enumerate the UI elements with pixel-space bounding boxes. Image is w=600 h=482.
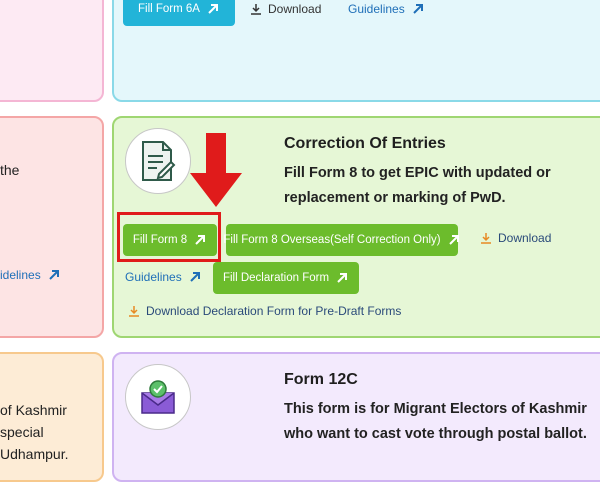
fill-form-8-button[interactable]: Fill Form 8 xyxy=(123,224,217,256)
form12c-card: Form 12C This form is for Migrant Electo… xyxy=(112,352,600,482)
form6a-guidelines-link[interactable]: Guidelines xyxy=(348,2,425,16)
form8-download-label: Download xyxy=(498,231,552,245)
fill-form-6a-label: Fill Form 6A xyxy=(138,3,200,15)
external-link-icon xyxy=(447,233,461,247)
fill-form-8-label: Fill Form 8 xyxy=(132,234,188,246)
form12c-description: This form is for Migrant Electors of Kas… xyxy=(284,401,587,442)
form12c-title: Form 12C xyxy=(284,371,358,388)
predraft-declaration-label: Download Declaration Form for Pre-Draft … xyxy=(146,304,402,318)
form6a-card: Fill Form 6A Download Guidelines xyxy=(112,0,600,102)
document-edit-icon xyxy=(125,128,191,194)
predraft-declaration-download-link[interactable]: Download Declaration Form for Pre-Draft … xyxy=(128,304,401,318)
left-middle-guidelines-link[interactable]: idelines xyxy=(0,268,61,282)
fill-form-6a-button[interactable]: Fill Form 6A xyxy=(123,0,235,26)
form8-guidelines-label: Guidelines xyxy=(125,270,182,284)
download-icon xyxy=(128,305,140,317)
left-top-card xyxy=(0,0,104,102)
external-link-icon xyxy=(188,270,202,284)
download-icon xyxy=(480,232,492,244)
fill-declaration-form-label: Fill Declaration Form xyxy=(222,272,330,284)
left-middle-text: the xyxy=(0,162,20,178)
form8-download-link[interactable]: Download xyxy=(480,231,551,245)
form6a-download-label: Download xyxy=(268,2,322,16)
external-link-icon xyxy=(335,271,349,285)
arrow-down-icon xyxy=(190,133,242,207)
left-bottom-line-1: of Kashmir xyxy=(0,402,67,418)
left-bottom-line-3: Udhampur. xyxy=(0,446,69,462)
envelope-check-icon xyxy=(125,364,191,430)
form8-guidelines-link[interactable]: Guidelines xyxy=(125,270,202,284)
external-link-icon xyxy=(193,233,207,247)
left-guidelines-label: idelines xyxy=(0,268,41,282)
correction-title: Correction Of Entries xyxy=(284,135,446,152)
external-link-icon xyxy=(206,2,220,16)
left-bottom-line-2: special xyxy=(0,424,44,440)
form6a-download-link[interactable]: Download xyxy=(250,2,321,16)
fill-declaration-form-button[interactable]: Fill Declaration Form xyxy=(213,262,359,294)
left-bottom-card: of Kashmir special Udhampur. xyxy=(0,352,104,482)
external-link-icon xyxy=(47,268,61,282)
left-middle-card: the idelines xyxy=(0,116,104,338)
download-icon xyxy=(250,3,262,15)
external-link-icon xyxy=(411,2,425,16)
correction-description: Fill Form 8 to get EPIC with updated or … xyxy=(284,165,551,206)
fill-form-8-overseas-label: Fill Form 8 Overseas(Self Correction Onl… xyxy=(223,234,441,246)
form6a-guidelines-label: Guidelines xyxy=(348,2,405,16)
correction-of-entries-card: Correction Of Entries Fill Form 8 to get… xyxy=(112,116,600,338)
fill-form-8-overseas-button[interactable]: Fill Form 8 Overseas(Self Correction Onl… xyxy=(223,224,461,256)
